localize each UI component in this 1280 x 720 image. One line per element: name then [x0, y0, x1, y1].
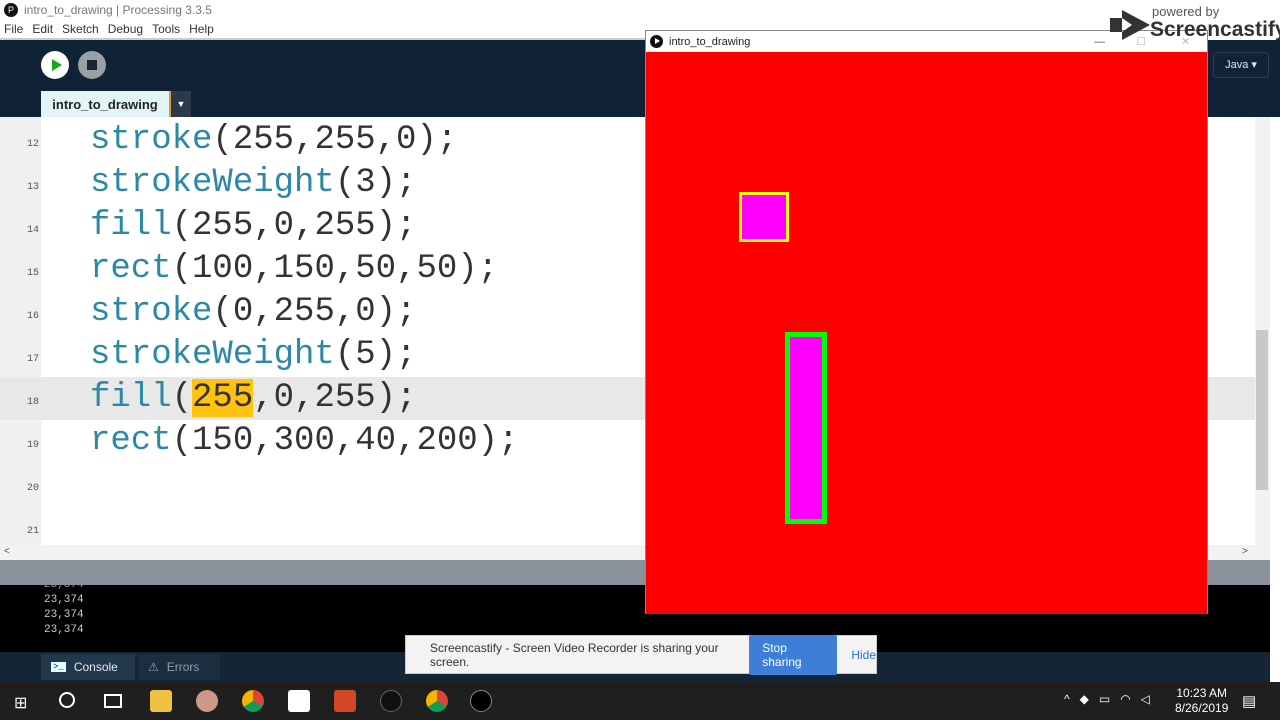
warning-icon: ⚠: [148, 660, 159, 674]
menu-edit[interactable]: Edit: [32, 22, 53, 36]
line-number: 12: [26, 139, 39, 150]
stop-sharing-button[interactable]: Stop sharing: [749, 634, 838, 675]
menu-debug[interactable]: Debug: [108, 22, 143, 36]
magenta-rect-green-stroke: [785, 332, 827, 524]
screen-sharing-notification: Screencastify - Screen Video Recorder is…: [405, 634, 877, 675]
menu-sketch[interactable]: Sketch: [62, 22, 99, 36]
title-bar: P intro_to_drawing | Processing 3.3.5: [0, 0, 1280, 20]
sketch-window: intro_to_drawing — ☐ ✕: [645, 30, 1208, 614]
code-text: fill(255,0,255);: [90, 207, 417, 245]
console-tab-label: Console: [73, 660, 118, 674]
code-text: rect(100,150,50,50);: [90, 250, 499, 288]
sticky-notes-icon[interactable]: [288, 690, 310, 712]
minimize-button[interactable]: —: [1094, 36, 1105, 48]
chrome-icon-2[interactable]: [426, 690, 448, 712]
line-number: 13: [26, 182, 39, 193]
cortana-icon[interactable]: [59, 692, 75, 708]
windows-start-icon[interactable]: ⊞: [14, 693, 27, 713]
line-number: 19: [26, 440, 39, 451]
code-text: stroke(255,255,0);: [90, 121, 458, 159]
menu-tools[interactable]: Tools: [152, 22, 180, 36]
notifications-icon[interactable]: ▤: [1242, 692, 1256, 710]
screencastify-watermark: powered by Screencastify: [1110, 4, 1280, 44]
clock-date: 8/26/2019: [1175, 701, 1229, 715]
magenta-square-yellow-stroke: [739, 192, 789, 242]
vertical-scrollbar-thumb[interactable]: [1256, 330, 1268, 490]
line-number: 17: [26, 354, 39, 365]
line-number: 21: [26, 526, 39, 537]
line-number: 18: [26, 397, 39, 408]
notification-text: Screencastify - Screen Video Recorder is…: [430, 640, 719, 669]
clock[interactable]: 10:23 AM 8/26/2019: [1175, 686, 1228, 716]
code-text: fill(255,0,255);: [90, 379, 417, 417]
system-tray-icons[interactable]: ^◆▭◠◁: [1064, 692, 1160, 706]
tab-console[interactable]: >_ Console: [41, 654, 135, 680]
line-number: 14: [26, 225, 39, 236]
console-icon: >_: [51, 662, 66, 672]
tab-intro-to-drawing[interactable]: intro_to_drawing: [41, 91, 171, 117]
code-text: rect(150,300,40,200);: [90, 422, 519, 460]
line-number: 16: [26, 311, 39, 322]
code-text: stroke(0,255,0);: [90, 293, 417, 331]
file-explorer-icon[interactable]: [150, 690, 172, 712]
watermark-line2: Screencastify: [1150, 18, 1280, 41]
tab-menu-chevron-down-icon[interactable]: ▼: [171, 91, 191, 117]
clock-time: 10:23 AM: [1176, 686, 1228, 700]
hide-button[interactable]: Hide: [851, 648, 876, 662]
window-title: intro_to_drawing | Processing 3.3.5: [24, 3, 212, 17]
sketch-taskbar-icon[interactable]: [470, 690, 492, 712]
line-number: 20: [26, 483, 39, 494]
processing-app-icon: P: [4, 3, 18, 17]
code-text: strokeWeight(5);: [90, 336, 417, 374]
errors-tab-label: Errors: [166, 660, 200, 674]
menu-bar: File Edit Sketch Debug Tools Help: [0, 20, 645, 40]
snipping-tool-icon[interactable]: [196, 690, 218, 712]
screencastify-logo-icon: [1110, 10, 1150, 40]
sketch-title: intro_to_drawing: [669, 35, 751, 48]
mode-selector[interactable]: Java ▾: [1213, 52, 1269, 78]
processing-taskbar-icon[interactable]: [380, 690, 402, 712]
tab-errors[interactable]: ⚠ Errors: [138, 654, 220, 680]
task-view-icon[interactable]: [104, 694, 122, 708]
chrome-icon[interactable]: [242, 690, 264, 712]
run-button[interactable]: [41, 51, 69, 79]
code-text: strokeWeight(3);: [90, 164, 417, 202]
line-number: 15: [26, 268, 39, 279]
powerpoint-icon[interactable]: [334, 690, 356, 712]
menu-file[interactable]: File: [4, 22, 23, 36]
menu-help[interactable]: Help: [189, 22, 214, 36]
sketch-canvas: [646, 52, 1207, 614]
watermark-line1: powered by: [1152, 4, 1220, 19]
sketch-play-icon: [650, 35, 663, 48]
stop-button[interactable]: [78, 51, 106, 79]
